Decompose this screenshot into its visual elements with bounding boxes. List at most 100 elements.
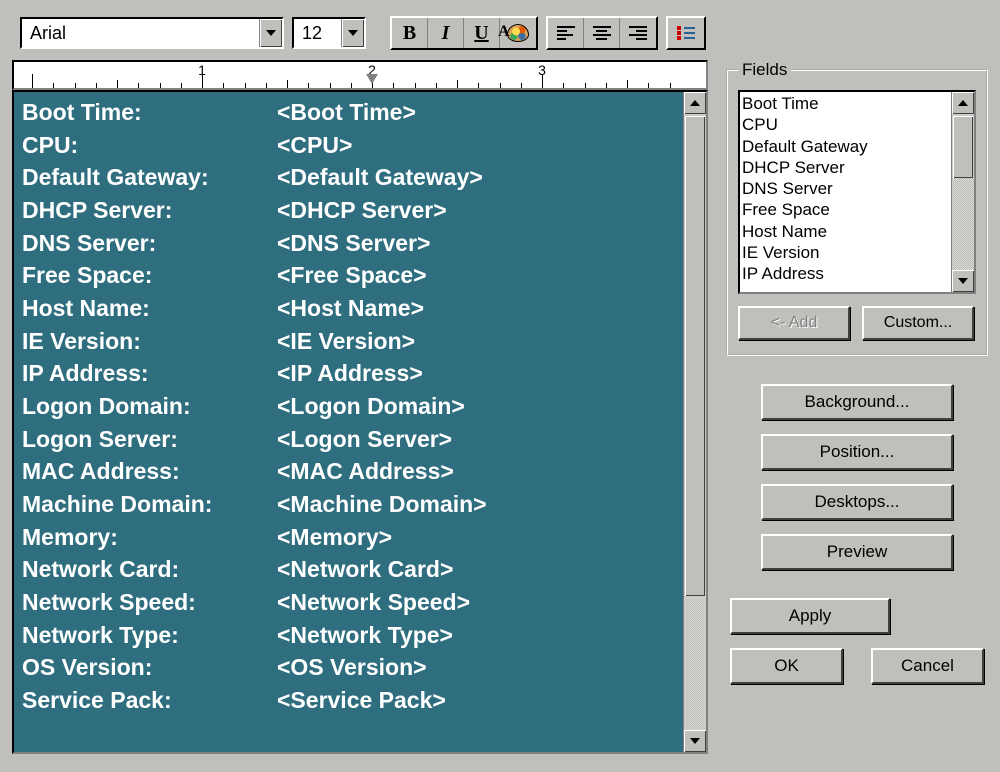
size-combo[interactable]: 12 xyxy=(292,17,366,49)
font-combo-dropdown[interactable] xyxy=(259,19,282,47)
scroll-track[interactable] xyxy=(952,114,974,270)
field-placeholder: <Default Gateway> xyxy=(277,161,483,194)
editor-row: IE Version:<IE Version> xyxy=(22,325,677,358)
main-area: 123 Boot Time:<Boot Time>CPU:<CPU>Defaul… xyxy=(12,60,988,754)
chevron-down-icon xyxy=(266,30,276,36)
list-item[interactable]: Boot Time xyxy=(742,93,949,114)
bold-button[interactable]: B xyxy=(392,18,428,48)
editor-row: OS Version:<OS Version> xyxy=(22,651,677,684)
editor-column: 123 Boot Time:<Boot Time>CPU:<CPU>Defaul… xyxy=(12,60,708,754)
chevron-down-icon xyxy=(348,30,358,36)
align-center-button[interactable] xyxy=(584,18,620,48)
ruler-label: 1 xyxy=(198,62,206,78)
underline-button[interactable]: U xyxy=(464,18,500,48)
field-label: IP Address: xyxy=(22,357,277,390)
add-button[interactable]: <- Add xyxy=(738,306,850,340)
field-label: DNS Server: xyxy=(22,227,277,260)
align-button-group xyxy=(546,16,658,50)
field-label: Host Name: xyxy=(22,292,277,325)
fields-scrollbar[interactable] xyxy=(951,92,974,292)
field-placeholder: <Memory> xyxy=(277,521,392,554)
bullets-icon xyxy=(677,26,695,40)
fields-legend: Fields xyxy=(738,60,791,80)
apply-button[interactable]: Apply xyxy=(730,598,890,634)
editor-scrollbar[interactable] xyxy=(683,92,706,752)
field-label: Logon Server: xyxy=(22,423,277,456)
editor-row: IP Address:<IP Address> xyxy=(22,357,677,390)
scroll-down-button[interactable] xyxy=(684,730,706,752)
align-right-icon xyxy=(629,26,647,40)
align-center-icon xyxy=(593,26,611,40)
field-label: OS Version: xyxy=(22,651,277,684)
list-item[interactable]: DNS Server xyxy=(742,178,949,199)
custom-button[interactable]: Custom... xyxy=(862,306,974,340)
field-placeholder: <IP Address> xyxy=(277,357,423,390)
side-buttons: Background... Position... Desktops... Pr… xyxy=(744,384,970,570)
field-placeholder: <Machine Domain> xyxy=(277,488,487,521)
scroll-down-button[interactable] xyxy=(952,270,974,292)
field-placeholder: <Logon Server> xyxy=(277,423,452,456)
side-panel: Fields Boot TimeCPUDefault GatewayDHCP S… xyxy=(726,60,988,754)
size-combo-dropdown[interactable] xyxy=(341,19,364,47)
list-item[interactable]: Default Gateway xyxy=(742,136,949,157)
list-item[interactable]: CPU xyxy=(742,114,949,135)
format-toolbar: Arial 12 B I U xyxy=(12,12,988,60)
editor-row: Machine Domain:<Machine Domain> xyxy=(22,488,677,521)
list-item[interactable]: IE Version xyxy=(742,242,949,263)
editor-row: DNS Server:<DNS Server> xyxy=(22,227,677,260)
chevron-down-icon xyxy=(958,278,968,284)
scroll-track[interactable] xyxy=(684,114,706,730)
field-placeholder: <MAC Address> xyxy=(277,455,454,488)
list-item[interactable]: DHCP Server xyxy=(742,157,949,178)
scroll-up-button[interactable] xyxy=(684,92,706,114)
field-placeholder: <Service Pack> xyxy=(277,684,446,717)
italic-icon: I xyxy=(442,22,450,45)
editor-row: Host Name:<Host Name> xyxy=(22,292,677,325)
field-label: Boot Time: xyxy=(22,96,277,129)
field-placeholder: <Host Name> xyxy=(277,292,424,325)
editor-wrap: Boot Time:<Boot Time>CPU:<CPU>Default Ga… xyxy=(12,90,708,754)
field-placeholder: <DNS Server> xyxy=(277,227,430,260)
bullets-button[interactable] xyxy=(668,18,704,48)
position-button[interactable]: Position... xyxy=(761,434,953,470)
scroll-up-button[interactable] xyxy=(952,92,974,114)
field-placeholder: <Network Speed> xyxy=(277,586,470,619)
editor-row: DHCP Server:<DHCP Server> xyxy=(22,194,677,227)
underline-icon: U xyxy=(474,22,488,45)
align-left-button[interactable] xyxy=(548,18,584,48)
font-combo-value: Arial xyxy=(22,23,259,44)
editor-row: Boot Time:<Boot Time> xyxy=(22,96,677,129)
ruler-indent-marker[interactable] xyxy=(366,74,378,84)
cancel-button[interactable]: Cancel xyxy=(871,648,984,684)
field-label: MAC Address: xyxy=(22,455,277,488)
ruler[interactable]: 123 xyxy=(12,60,708,90)
editor-row: CPU:<CPU> xyxy=(22,129,677,162)
editor-row: Network Type:<Network Type> xyxy=(22,619,677,652)
editor-row: Network Speed:<Network Speed> xyxy=(22,586,677,619)
desktops-button[interactable]: Desktops... xyxy=(761,484,953,520)
scroll-thumb[interactable] xyxy=(685,116,705,596)
field-placeholder: <DHCP Server> xyxy=(277,194,447,227)
scroll-thumb[interactable] xyxy=(953,116,973,178)
background-button[interactable]: Background... xyxy=(761,384,953,420)
list-item[interactable]: Host Name xyxy=(742,221,949,242)
editor-row: Service Pack:<Service Pack> xyxy=(22,684,677,717)
font-combo[interactable]: Arial xyxy=(20,17,284,49)
field-label: Network Speed: xyxy=(22,586,277,619)
chevron-up-icon xyxy=(690,100,700,106)
editor-row: Network Card:<Network Card> xyxy=(22,553,677,586)
color-button[interactable] xyxy=(500,18,536,48)
chevron-up-icon xyxy=(958,100,968,106)
preview-button[interactable]: Preview xyxy=(761,534,953,570)
ruler-label: 3 xyxy=(538,62,546,78)
fields-group: Fields Boot TimeCPUDefault GatewayDHCP S… xyxy=(726,60,988,356)
editor-textarea[interactable]: Boot Time:<Boot Time>CPU:<CPU>Default Ga… xyxy=(14,92,683,752)
palette-icon xyxy=(507,24,529,42)
list-item[interactable]: Free Space xyxy=(742,199,949,220)
align-right-button[interactable] xyxy=(620,18,656,48)
style-button-group: B I U xyxy=(390,16,538,50)
fields-listbox[interactable]: Boot TimeCPUDefault GatewayDHCP ServerDN… xyxy=(740,92,951,292)
italic-button[interactable]: I xyxy=(428,18,464,48)
ok-button[interactable]: OK xyxy=(730,648,843,684)
list-item[interactable]: IP Address xyxy=(742,263,949,284)
